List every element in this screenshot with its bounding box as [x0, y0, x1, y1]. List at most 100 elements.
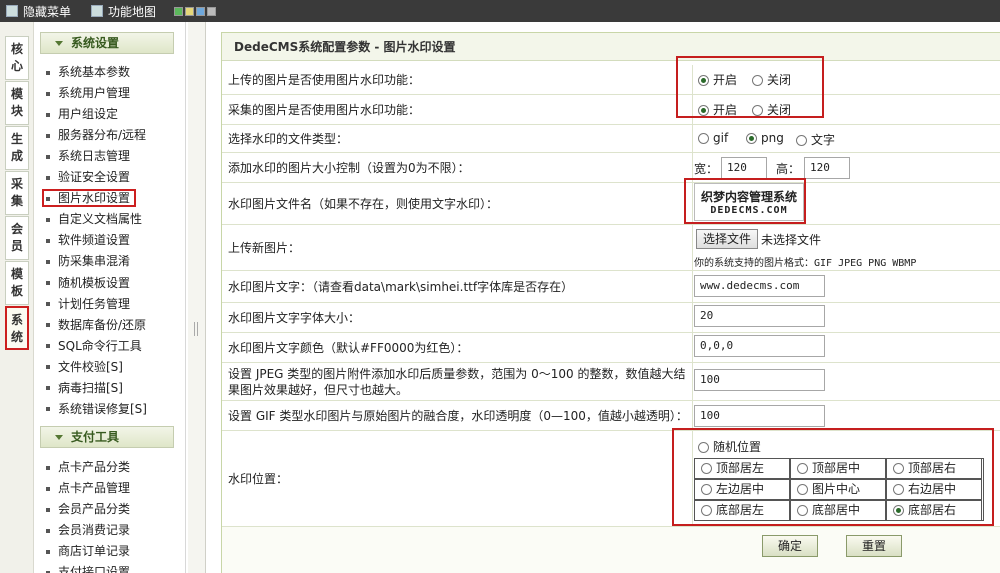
height-input[interactable]: 120 — [804, 157, 850, 179]
position-cell-radio[interactable]: 顶部居左 — [694, 458, 790, 479]
position-cell-radio[interactable]: 底部居右 — [886, 500, 982, 521]
sidebar-splitter[interactable] — [188, 22, 206, 573]
position-cell-radio[interactable]: 底部居中 — [790, 500, 886, 521]
width-input[interactable]: 120 — [721, 157, 767, 179]
menu-item[interactable]: 商店订单记录 — [46, 542, 130, 560]
menu-section-system[interactable]: 系统设置 — [40, 32, 174, 54]
row-label: 水印图片文件名（如果不存在，则使用文字水印）： — [228, 196, 499, 211]
radio-checked-icon — [698, 75, 709, 86]
random-position-label: 随机位置 — [713, 440, 762, 454]
height-label: 高： — [776, 162, 801, 176]
position-cell-label: 图片中心 — [812, 482, 861, 496]
tab-generate[interactable]: 生成 — [5, 126, 29, 170]
radio-unchecked-icon — [796, 135, 807, 146]
collect-on-label: 开启 — [713, 103, 738, 117]
collapse-triangle-icon — [55, 435, 63, 440]
supported-formats: 你的系统支持的图片格式：GIF JPEG PNG WBMP — [694, 258, 917, 269]
menu-item-label: 会员产品分类 — [58, 502, 131, 517]
hide-menu-icon — [6, 5, 18, 17]
menu-item-label: 计划任务管理 — [58, 296, 131, 311]
hide-menu-button[interactable]: 隐藏菜单 — [6, 3, 71, 20]
menu-item[interactable]: SQL命令行工具 — [46, 337, 142, 355]
menu-item[interactable]: 随机模板设置 — [46, 274, 130, 292]
row-label: 添加水印的图片大小控制（设置为0为不限）： — [228, 160, 470, 175]
menu-item[interactable]: 数据库备份/还原 — [46, 316, 146, 334]
row-label: 水印图片文字字体大小： — [228, 310, 361, 325]
position-cell-radio[interactable]: 左边居中 — [694, 479, 790, 500]
menu-item[interactable]: 自定义文档属性 — [46, 210, 142, 228]
tab-member[interactable]: 会员 — [5, 216, 29, 260]
menu-item[interactable]: 用户组设定 — [46, 105, 118, 123]
collect-off-radio[interactable]: 关闭 — [752, 101, 791, 118]
radio-unchecked-icon — [797, 505, 808, 516]
tab-system[interactable]: 系统 — [5, 306, 29, 350]
row-label: 设置 JPEG 类型的图片附件添加水印后质量参数，范围为 0～100 的整数，数… — [228, 366, 686, 397]
menu-item[interactable]: 点卡产品管理 — [46, 479, 130, 497]
page-title: DedeCMS系统配置参数 - 图片水印设置 — [222, 33, 1000, 61]
menu-item[interactable]: 系统日志管理 — [46, 147, 130, 165]
menu-item-label: 商店订单记录 — [58, 544, 131, 559]
menu-item[interactable]: 验证安全设置 — [46, 168, 130, 186]
menu-item[interactable]: 服务器分布/远程 — [46, 126, 146, 144]
filetype-png-radio[interactable]: png — [746, 131, 784, 145]
random-position-radio[interactable]: 随机位置 — [698, 438, 761, 455]
menu-item-label: 软件频道设置 — [58, 233, 131, 248]
watermark-text-input[interactable]: www.dedecms.com — [694, 275, 825, 297]
position-cell-radio[interactable]: 顶部居右 — [886, 458, 982, 479]
menu-item[interactable]: 图片水印设置 — [42, 189, 137, 208]
skin-swatch[interactable] — [185, 6, 195, 16]
skin-swatch[interactable] — [196, 6, 206, 16]
menu-item[interactable]: 系统用户管理 — [46, 84, 130, 102]
jpeg-quality-input[interactable]: 100 — [694, 369, 825, 391]
reset-button[interactable]: 重置 — [846, 535, 902, 557]
filetype-gif-radio[interactable]: gif — [698, 131, 728, 145]
collapse-triangle-icon — [55, 41, 63, 46]
row-gif-alpha: 设置 GIF 类型水印图片与原始图片的融合度，水印透明度（0—100，值越小越透… — [222, 401, 1000, 431]
bullet-icon — [46, 549, 50, 554]
position-cell-label: 底部居中 — [812, 503, 861, 517]
menu-section-payment[interactable]: 支付工具 — [40, 426, 174, 448]
menu-item[interactable]: 病毒扫描[S] — [46, 379, 123, 397]
tab-module[interactable]: 模块 — [5, 81, 29, 125]
skin-swatch[interactable] — [207, 6, 217, 16]
font-color-input[interactable]: 0,0,0 — [694, 335, 825, 357]
row-watermark-text: 水印图片文字：（请查看data\mark\simhei.ttf字体库是否存在） — [222, 271, 1000, 303]
font-size-input[interactable]: 20 — [694, 305, 825, 327]
radio-checked-icon — [746, 133, 757, 144]
menu-item[interactable]: 软件频道设置 — [46, 231, 130, 249]
row-label: 设置 GIF 类型水印图片与原始图片的融合度，水印透明度（0—100，值越小越透… — [228, 408, 688, 423]
menu-item[interactable]: 计划任务管理 — [46, 295, 130, 313]
ok-button[interactable]: 确定 — [762, 535, 818, 557]
tab-core[interactable]: 核心 — [5, 36, 29, 80]
menu-item[interactable]: 会员产品分类 — [46, 500, 130, 518]
menu-item[interactable]: 会员消费记录 — [46, 521, 130, 539]
menu-item[interactable]: 防采集串混淆 — [46, 252, 130, 270]
menu-item[interactable]: 文件校验[S] — [46, 358, 123, 376]
position-cell-radio[interactable]: 底部居左 — [694, 500, 790, 521]
choose-file-button[interactable]: 选择文件 — [696, 229, 759, 249]
menu-item[interactable]: 支付接口设置 — [46, 563, 130, 573]
collect-on-radio[interactable]: 开启 — [698, 101, 737, 118]
filetype-text-radio[interactable]: 文字 — [796, 131, 835, 148]
tab-template[interactable]: 模板 — [5, 261, 29, 305]
menu-item-label: 数据库备份/还原 — [58, 317, 147, 332]
skin-swatch[interactable] — [174, 6, 184, 16]
tab-collect[interactable]: 采集 — [5, 171, 29, 215]
hide-menu-label: 隐藏菜单 — [23, 4, 72, 19]
position-cell-radio[interactable]: 顶部居中 — [790, 458, 886, 479]
position-cell-radio[interactable]: 右边居中 — [886, 479, 982, 500]
module-tabs: 核心模块生成采集会员模板系统 — [0, 22, 34, 573]
upload-off-radio[interactable]: 关闭 — [752, 71, 791, 88]
bullet-icon — [46, 196, 50, 201]
bullet-icon — [46, 302, 50, 307]
menu-item[interactable]: 系统基本参数 — [46, 63, 130, 81]
gif-alpha-input[interactable]: 100 — [694, 405, 825, 427]
row-label: 上传新图片： — [228, 240, 301, 255]
menu-item[interactable]: 点卡产品分类 — [46, 458, 130, 476]
position-cell-label: 顶部居左 — [716, 461, 765, 475]
row-label: 选择水印的文件类型： — [228, 131, 349, 146]
site-map-button[interactable]: 功能地图 — [91, 3, 156, 20]
menu-item[interactable]: 系统错误修复[S] — [46, 400, 147, 418]
upload-on-radio[interactable]: 开启 — [698, 71, 737, 88]
position-cell-radio[interactable]: 图片中心 — [790, 479, 886, 500]
